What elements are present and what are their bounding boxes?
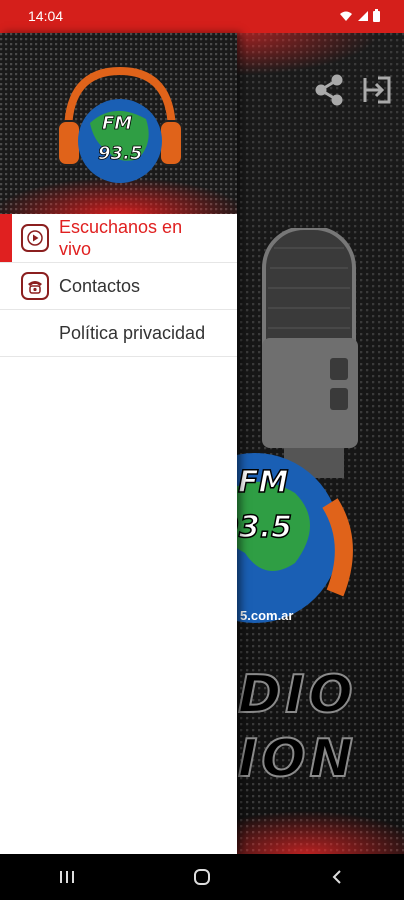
logo-text-bg: FM 93.5	[217, 464, 293, 546]
menu-item-politica-privacidad[interactable]: Política privacidad	[0, 310, 237, 357]
system-nav-bar	[0, 854, 404, 900]
menu-item-contactos[interactable]: Contactos	[0, 263, 237, 310]
exit-icon[interactable]	[360, 73, 394, 107]
drawer-menu: Escuchanos en vivo Contactos Política pr…	[0, 214, 237, 357]
recent-apps-icon	[60, 871, 75, 883]
wifi-icon	[340, 11, 352, 21]
menu-item-label: Escuchanos en vivo	[59, 217, 183, 259]
navigation-drawer: FM 93.5 Escuchanos en vivo Contactos Pol…	[0, 33, 237, 854]
logo-fm-text: FM	[102, 113, 132, 134]
home-button[interactable]	[172, 854, 232, 900]
menu-item-label: Contactos	[59, 276, 141, 296]
back-button[interactable]	[307, 854, 367, 900]
url-text: 5.com.ar	[240, 608, 294, 623]
play-icon	[21, 224, 49, 252]
share-icon[interactable]	[312, 73, 346, 107]
battery-icon	[373, 9, 380, 22]
menu-item-label: Política privacidad	[59, 323, 206, 343]
recent-apps-button[interactable]	[37, 854, 97, 900]
logo-line-1: FM	[237, 464, 289, 501]
brand-line-1: DIO	[237, 664, 357, 726]
signal-icon	[358, 10, 368, 21]
brand-line-2: ION	[237, 728, 358, 790]
menu-item-escuchanos[interactable]: Escuchanos en vivo	[0, 214, 237, 263]
clock: 14:04	[28, 8, 64, 24]
home-icon	[193, 869, 210, 885]
status-bar: 14:04	[0, 0, 404, 33]
station-logo: FM 93.5	[57, 66, 183, 183]
microphone-image	[262, 228, 358, 478]
logo-frequency-text: 93.5	[98, 143, 142, 164]
back-icon	[332, 870, 341, 884]
app-bar-actions	[312, 73, 394, 107]
drawer-header: FM 93.5	[0, 33, 237, 214]
brand-text: DIO ION	[237, 663, 404, 791]
system-icons	[339, 9, 380, 22]
phone-icon	[21, 272, 49, 300]
